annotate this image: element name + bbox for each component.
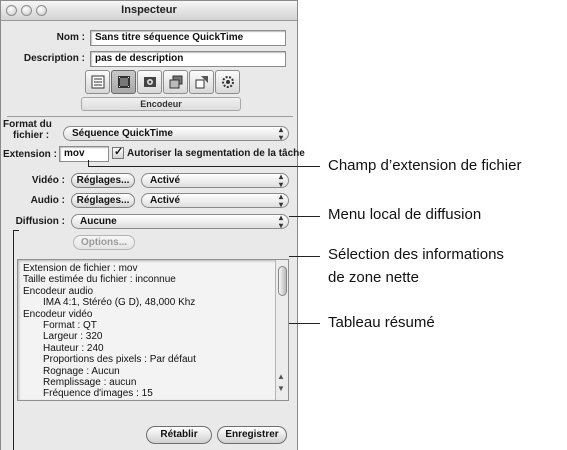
streaming-value: Aucune — [80, 216, 117, 227]
format-label: Format du fichier : — [3, 119, 63, 141]
callout-tick-extension — [88, 160, 89, 166]
annotation-summary-table: Tableau résumé — [328, 314, 435, 331]
summary-line: Fréquence d'images : 15 — [43, 388, 153, 400]
summary-list: Extension de fichier : mov Taille estimée… — [18, 260, 288, 400]
summary-line: Format : QT — [43, 320, 97, 332]
file-format-popup[interactable]: Séquence QuickTime ▴ ▾ — [63, 125, 289, 142]
summary-line: Encodeur audio — [23, 285, 94, 297]
extension-field[interactable]: mov — [59, 146, 109, 162]
format-label-line1: Format du — [3, 119, 52, 130]
video-state-value: Activé — [150, 175, 181, 186]
summary-line: Rognage : Aucun — [43, 365, 120, 377]
inspector-window: Inspecteur Nom : Sans titre séquence Qui… — [0, 0, 305, 450]
segmentation-label: Autoriser la segmentation de la tâche — [127, 148, 305, 159]
geometry-tab-icon — [195, 76, 208, 89]
popup-arrows-icon: ▴ ▾ — [278, 125, 283, 142]
summary-line: Remplissage : aucun — [43, 377, 137, 389]
callout-line-streaming — [289, 216, 320, 217]
summary-line: Largeur : 320 — [43, 331, 103, 343]
summary-table[interactable]: Extension de fichier : mov Taille estimée… — [17, 259, 289, 401]
section-divider — [7, 116, 293, 117]
audio-settings-button[interactable]: Réglages... — [71, 193, 135, 208]
summary-line: Hauteur : 240 — [43, 342, 104, 354]
filters-tab[interactable] — [163, 70, 188, 94]
popup-arrows-icon: ▴ ▾ — [278, 213, 283, 230]
summary-tab[interactable] — [85, 70, 110, 94]
actions-tab[interactable] — [215, 70, 240, 94]
scroll-up-arrow-icon[interactable]: ▲ — [277, 372, 285, 381]
active-tab-label: Encodeur — [81, 97, 241, 111]
save-button[interactable]: Enregistrer — [217, 426, 287, 444]
summary-line: IMA 4:1, Stéréo (G D), 48,000 Khz — [43, 297, 196, 309]
streaming-options-button[interactable]: Options... — [73, 235, 135, 250]
file-format-value: Séquence QuickTime — [72, 128, 173, 139]
streaming-label: Diffusion : — [15, 216, 65, 227]
video-label: Vidéo : — [31, 175, 65, 186]
popup-arrows-icon: ▴ ▾ — [278, 172, 283, 189]
filters-tab-icon — [169, 75, 183, 89]
frame-controls-tab-icon — [144, 77, 156, 87]
revert-button[interactable]: Rétablir — [146, 426, 212, 444]
name-label: Nom : — [56, 32, 85, 43]
annotation-selection-line2: de zone nette — [328, 269, 419, 286]
encoder-tab-icon — [118, 76, 130, 88]
callout-line-selection-vertical — [13, 230, 14, 450]
streaming-popup[interactable]: Aucune ▴ ▾ — [71, 213, 289, 230]
summary-line: Taille estimée du fichier : inconnue — [23, 274, 176, 286]
encoder-tab[interactable] — [111, 70, 136, 94]
window-title: Inspecteur — [121, 4, 177, 16]
audio-state-value: Activé — [150, 195, 181, 206]
geometry-tab[interactable] — [189, 70, 214, 94]
frame-controls-tab[interactable] — [137, 70, 162, 94]
title-bar[interactable]: Inspecteur — [1, 1, 297, 21]
popup-arrows-icon: ▴ ▾ — [278, 192, 283, 209]
annotation-selection-line1: Sélection des informations — [328, 246, 504, 263]
summary-line: Encodeur vidéo — [23, 308, 93, 320]
annotation-extension-field: Champ d’extension de fichier — [328, 157, 522, 174]
scroll-thumb[interactable] — [278, 266, 287, 296]
scroll-down-arrow-icon[interactable]: ▼ — [277, 384, 285, 393]
checkmark-icon: ✓ — [114, 146, 124, 158]
format-label-line2: fichier : — [13, 130, 50, 141]
description-field[interactable]: pas de description — [90, 51, 286, 67]
callout-line-summary — [289, 323, 320, 324]
summary-scrollbar[interactable]: ▲ ▼ — [275, 260, 288, 400]
extension-label: Extension : — [3, 149, 57, 160]
segmentation-checkbox[interactable]: ✓ — [112, 146, 124, 159]
callout-tick-selection — [13, 230, 19, 231]
actions-tab-icon — [222, 76, 234, 88]
callout-line-selection — [289, 256, 320, 257]
inspector-tab-bar — [85, 70, 243, 94]
audio-state-popup[interactable]: Activé ▴ ▾ — [141, 192, 289, 209]
audio-label: Audio : — [30, 195, 65, 206]
summary-line: Proportions des pixels : Par défaut — [43, 354, 196, 366]
name-field[interactable]: Sans titre séquence QuickTime — [90, 30, 286, 46]
summary-tab-icon — [91, 75, 105, 89]
summary-line: Extension de fichier : mov — [23, 263, 138, 274]
video-settings-button[interactable]: Réglages... — [71, 173, 135, 188]
description-label: Description : — [23, 53, 85, 64]
video-state-popup[interactable]: Activé ▴ ▾ — [141, 172, 289, 189]
annotation-streaming-menu: Menu local de diffusion — [328, 206, 482, 223]
callout-line-extension — [88, 166, 320, 167]
